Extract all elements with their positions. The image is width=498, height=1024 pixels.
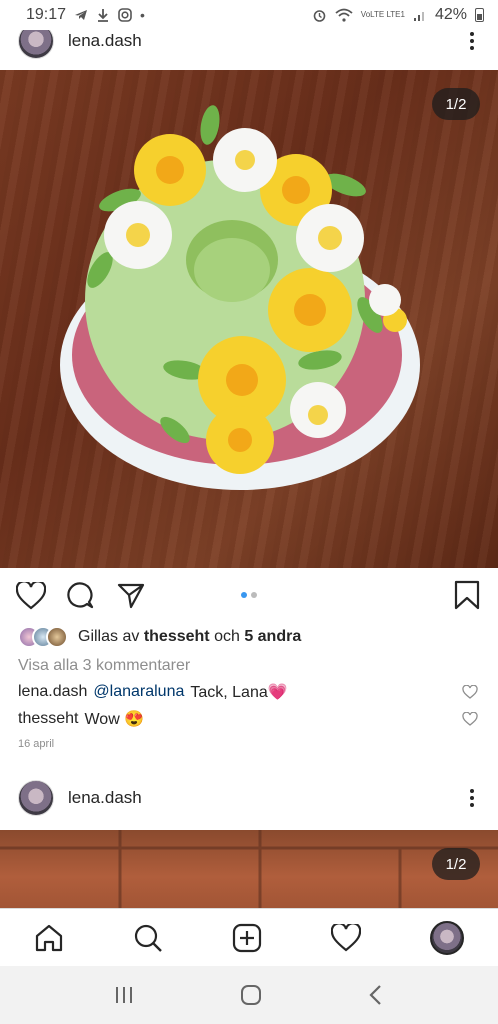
dot-icon: •: [140, 7, 145, 23]
comment-text: Wow 😍: [84, 711, 145, 728]
carousel-indicator: [241, 592, 257, 598]
post-image[interactable]: 1/2: [0, 830, 498, 908]
post-username[interactable]: lena.dash: [68, 31, 142, 51]
new-post-icon[interactable]: [232, 923, 262, 953]
comment-mention[interactable]: @lanaraluna: [93, 683, 184, 701]
likes-summary[interactable]: Gillas av thesseht och 5 andra: [18, 626, 301, 648]
status-time: 19:17: [26, 6, 67, 23]
back-icon[interactable]: [367, 984, 385, 1006]
activity-icon[interactable]: [330, 923, 361, 952]
battery-icon: [475, 8, 484, 22]
liked-by-joiner: och: [214, 628, 240, 645]
download-icon: [98, 9, 109, 22]
telegram-icon: [75, 10, 88, 20]
comment: thesseht Wow 😍: [18, 709, 478, 729]
comment-user[interactable]: thesseht: [18, 710, 78, 728]
recents-icon[interactable]: [113, 985, 135, 1005]
comment-text: Tack, Lana💗: [190, 684, 288, 701]
wifi-icon: [335, 8, 353, 22]
cake-illustration: [60, 105, 420, 490]
brick-pattern: [0, 830, 498, 908]
avatar[interactable]: [18, 780, 54, 816]
share-icon[interactable]: [116, 581, 146, 611]
more-options-icon[interactable]: [464, 28, 480, 54]
view-all-comments-link[interactable]: Visa alla 3 kommentarer: [18, 657, 190, 675]
comment: lena.dash @lanaraluna Tack, Lana💗: [18, 682, 478, 702]
liker-avatars: [18, 626, 68, 648]
like-icon[interactable]: [16, 581, 46, 611]
instagram-icon: [118, 8, 132, 22]
comment-user[interactable]: lena.dash: [18, 683, 87, 701]
image-counter: 1/2: [432, 88, 480, 120]
save-icon[interactable]: [454, 580, 480, 615]
comment-like-icon[interactable]: [462, 685, 478, 699]
home-circle-icon[interactable]: [240, 984, 262, 1006]
more-options-icon[interactable]: [464, 785, 480, 811]
status-bar: 19:17 • VoLTE LTE1 42%: [0, 0, 498, 30]
liked-by-others[interactable]: 5 andra: [244, 628, 301, 646]
bottom-navigation: [0, 908, 498, 966]
carousel-dot: [251, 592, 257, 598]
avatar: [46, 626, 68, 648]
system-navigation: [0, 966, 498, 1024]
post-header: lena.dash: [0, 775, 498, 821]
search-icon[interactable]: [133, 923, 163, 953]
signal-icon: [413, 12, 424, 21]
carousel-dot-active: [241, 592, 247, 598]
network-label: VoLTE LTE1: [360, 10, 405, 19]
image-counter: 1/2: [432, 848, 480, 880]
post-username[interactable]: lena.dash: [68, 788, 142, 808]
alarm-icon: [313, 9, 326, 22]
post-date: 16 april: [18, 738, 55, 750]
comment-like-icon[interactable]: [462, 712, 478, 726]
post-image[interactable]: 1/2: [0, 70, 498, 568]
battery-percent: 42%: [434, 6, 467, 23]
home-icon[interactable]: [34, 923, 64, 953]
liked-by-user[interactable]: thesseht: [144, 628, 210, 646]
profile-avatar[interactable]: [429, 920, 464, 955]
comment-icon[interactable]: [66, 581, 96, 611]
liked-by-prefix: Gillas av: [78, 628, 140, 645]
